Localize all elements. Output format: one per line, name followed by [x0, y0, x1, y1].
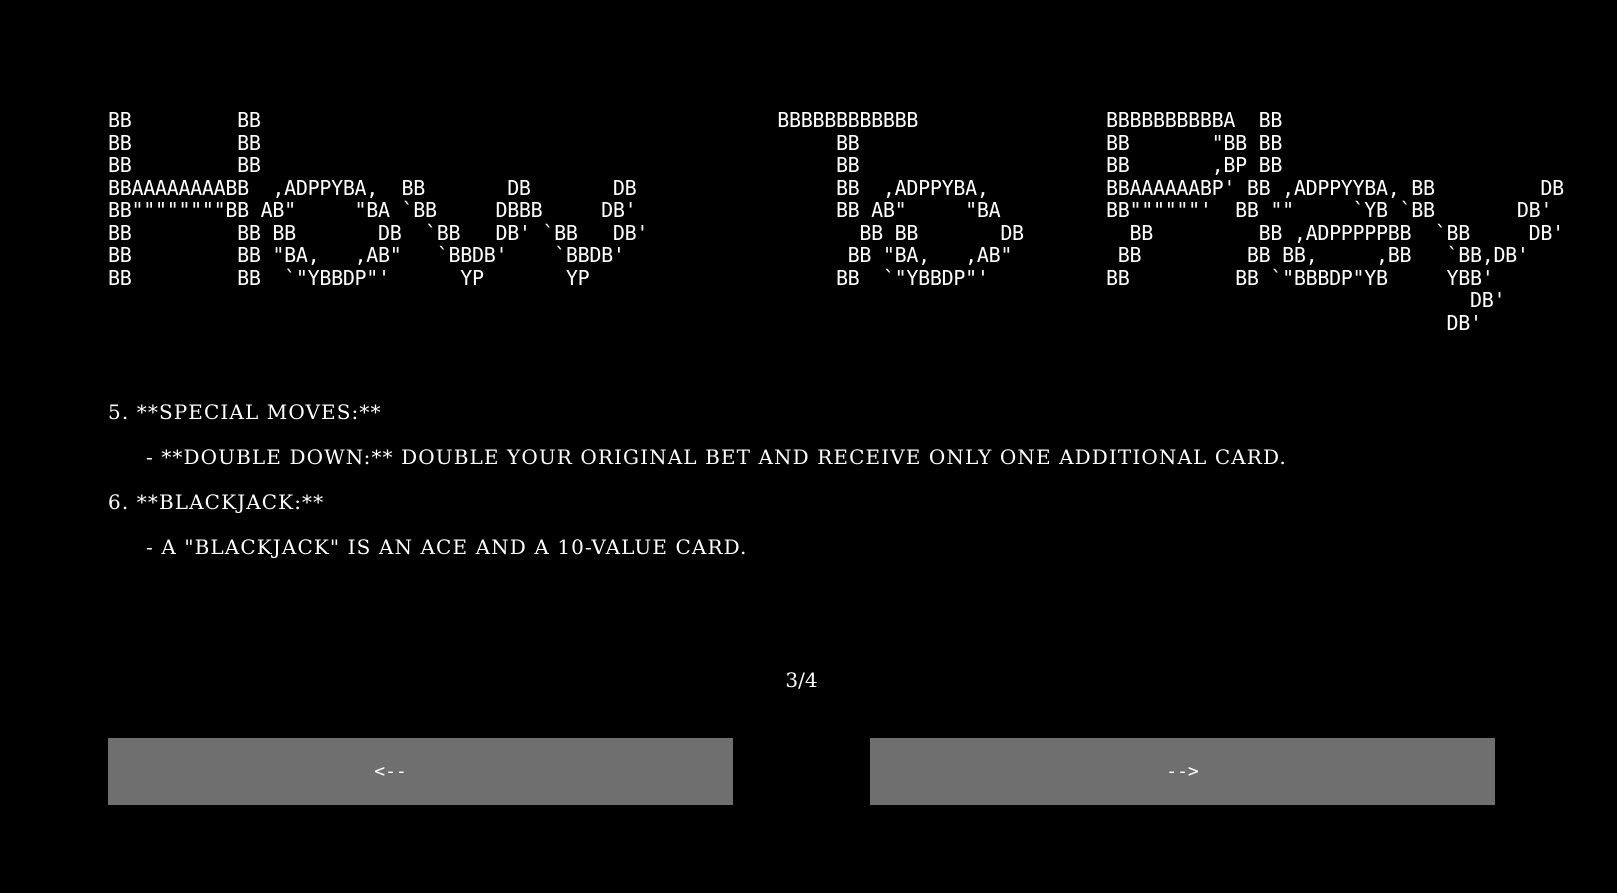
rule-detail-double-down: - **DOUBLE DOWN:** DOUBLE YOUR ORIGINAL …: [146, 445, 1287, 469]
rule-detail-blackjack: - A "BLACKJACK" IS AN ACE AND A 10-VALUE…: [146, 535, 748, 559]
next-page-label: -->: [1166, 761, 1199, 782]
next-page-button[interactable]: -->: [870, 738, 1495, 805]
page-indicator: 3/4: [785, 668, 818, 692]
previous-page-button[interactable]: <--: [108, 738, 733, 805]
rule-heading-blackjack: 6. **BLACKJACK:**: [108, 490, 325, 514]
ascii-title-banner: BB BB BBBBBBBBBBBB BBBBBBBBBBA BB BB BB …: [108, 108, 1564, 335]
previous-page-label: <--: [374, 761, 407, 782]
rule-heading-special-moves: 5. **SPECIAL MOVES:**: [108, 400, 382, 424]
